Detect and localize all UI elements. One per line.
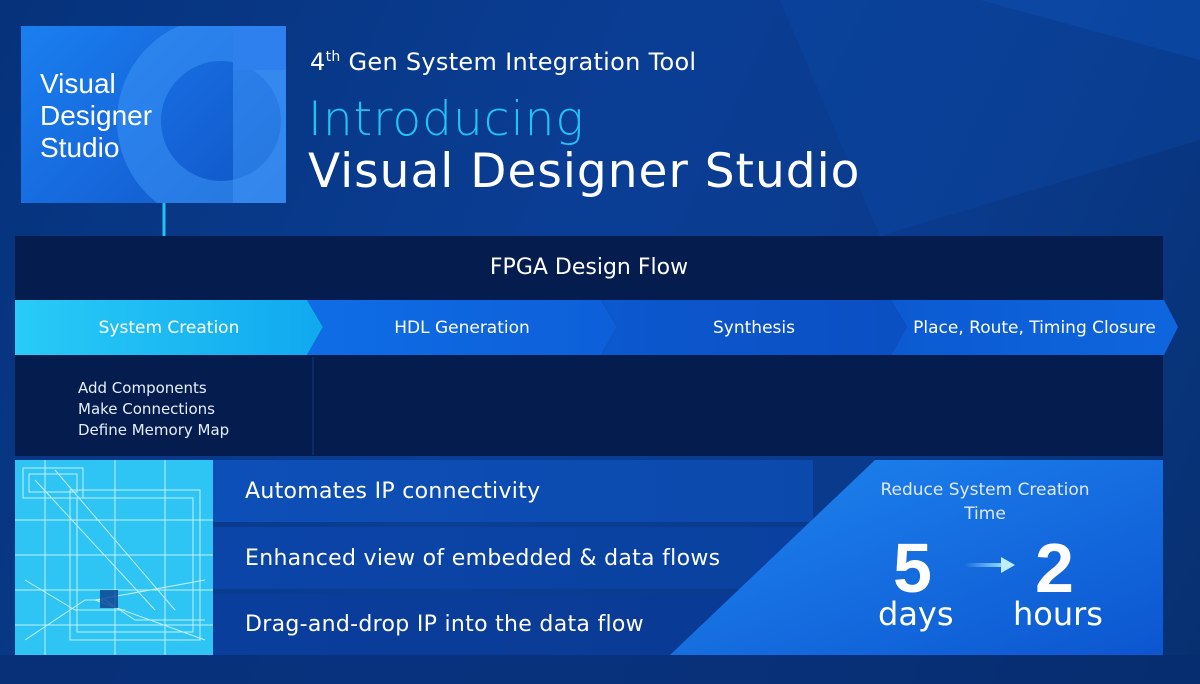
product-logo: Visual Designer Studio	[21, 26, 286, 203]
step-system-creation: System Creation	[15, 300, 323, 355]
heading-product: Visual Designer Studio	[308, 144, 861, 199]
heading-intro: Introducing	[308, 92, 585, 147]
logo-text: Visual Designer Studio	[40, 68, 153, 163]
flow-steps: System Creation HDL Generation Synthesis…	[15, 300, 1178, 355]
to-unit: hours	[1013, 595, 1103, 633]
task-item: Make Connections	[78, 400, 215, 418]
step-divider	[312, 357, 314, 455]
arrow-right-icon	[965, 557, 1015, 573]
step-synthesis: Synthesis	[601, 300, 907, 355]
system-creation-tasks: Add Components Make Connections Define M…	[78, 378, 229, 441]
design-diagram-image	[15, 460, 213, 655]
subtitle: 4th Gen System Integration Tool	[310, 48, 697, 76]
from-unit: days	[878, 595, 954, 633]
task-item: Add Components	[78, 379, 207, 397]
task-item: Define Memory Map	[78, 421, 230, 439]
step-place-route: Place, Route, Timing Closure	[891, 300, 1178, 355]
time-reduction-title: Reduce System Creation Time	[880, 480, 1090, 524]
step-hdl-generation: HDL Generation	[307, 300, 617, 355]
flow-title: FPGA Design Flow	[489, 255, 689, 280]
